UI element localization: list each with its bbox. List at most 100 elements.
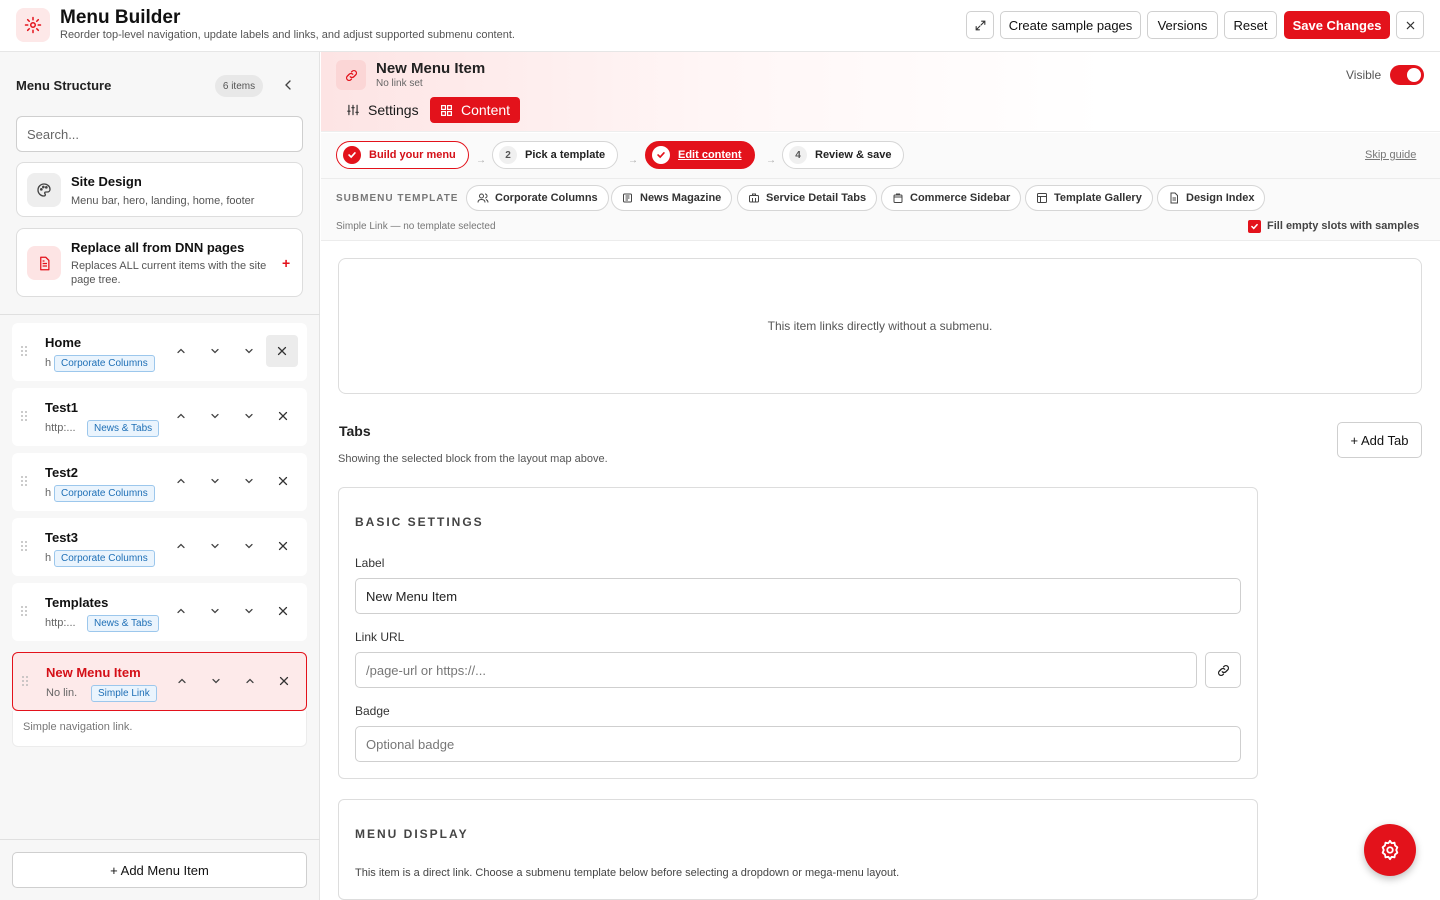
delete-item-button[interactable]: [270, 468, 296, 494]
shopping-bag-icon: [893, 193, 903, 203]
drag-handle-icon[interactable]: [20, 475, 30, 489]
template-chip-service-detail-tabs[interactable]: Service Detail Tabs: [737, 185, 878, 211]
app-logo-icon: [16, 8, 50, 42]
label-input[interactable]: [355, 578, 1241, 614]
tab-content[interactable]: Content: [430, 97, 521, 123]
collapse-button[interactable]: [237, 668, 263, 694]
template-chip-template-gallery[interactable]: Template Gallery: [1025, 185, 1153, 211]
expand-button[interactable]: [236, 468, 262, 494]
drag-handle-icon[interactable]: [20, 410, 30, 424]
menu-item[interactable]: Test1 http:... News & Tabs: [12, 388, 307, 446]
move-down-button[interactable]: [202, 598, 228, 624]
check-icon: [652, 146, 670, 164]
move-up-button[interactable]: [168, 338, 194, 364]
sidebar-search-input[interactable]: [16, 116, 303, 152]
step-edit-content[interactable]: Edit content: [645, 141, 755, 169]
menu-item-template-badge: Simple Link: [91, 685, 157, 702]
expand-button[interactable]: [236, 403, 262, 429]
menu-item-name: Test1: [45, 400, 78, 415]
menu-item-template-badge: Corporate Columns: [54, 550, 155, 567]
site-design-card[interactable]: Site Design Menu bar, hero, landing, hom…: [16, 162, 303, 217]
skip-guide-link[interactable]: Skip guide: [1365, 149, 1416, 161]
active-item-hint: Simple navigation link.: [12, 711, 307, 747]
menu-item-name: Test3: [45, 530, 78, 545]
collapse-sidebar-button[interactable]: [280, 77, 296, 93]
tab-settings[interactable]: Settings: [336, 97, 429, 123]
template-chip-corporate-columns[interactable]: Corporate Columns: [466, 185, 609, 211]
close-icon: [1406, 21, 1414, 29]
expand-icon: [245, 543, 253, 549]
expand-button[interactable]: [236, 598, 262, 624]
move-up-icon: [177, 543, 185, 549]
step-pick-template[interactable]: 2 Pick a template: [492, 141, 619, 169]
move-up-button[interactable]: [168, 403, 194, 429]
delete-item-button[interactable]: [271, 668, 297, 694]
expand-button[interactable]: [236, 533, 262, 559]
palette-icon: [27, 173, 61, 207]
move-down-button[interactable]: [202, 533, 228, 559]
delete-item-button[interactable]: [266, 335, 298, 367]
close-icon: [279, 676, 289, 686]
move-up-button[interactable]: [168, 533, 194, 559]
step-arrow: →: [628, 155, 638, 166]
expand-button[interactable]: [236, 338, 262, 364]
step-review-save[interactable]: 4 Review & save: [782, 141, 905, 169]
expand-icon: [245, 348, 253, 354]
layout-icon: [1037, 193, 1047, 203]
step-build-menu[interactable]: Build your menu: [336, 141, 469, 169]
close-icon: [277, 346, 287, 356]
reset-button[interactable]: Reset: [1224, 11, 1277, 39]
move-down-button[interactable]: [203, 668, 229, 694]
expand-button[interactable]: [966, 11, 994, 39]
delete-item-button[interactable]: [270, 403, 296, 429]
tabs-section-title: Tabs: [339, 423, 371, 439]
move-up-button[interactable]: [168, 468, 194, 494]
newspaper-icon: [623, 193, 632, 203]
badge-input[interactable]: [355, 726, 1241, 762]
menu-item-template-badge: News & Tabs: [87, 420, 160, 437]
move-up-button[interactable]: [168, 598, 194, 624]
settings-fab-button[interactable]: [1364, 824, 1416, 876]
visible-toggle[interactable]: [1390, 65, 1424, 85]
tab-content-label: Content: [461, 102, 511, 118]
menu-item[interactable]: Test2 h Corporate Columns: [12, 453, 307, 511]
menu-item-name: Templates: [45, 595, 109, 610]
menu-item[interactable]: New Menu Item No lin... Simple Link: [12, 652, 307, 711]
replace-plus-icon[interactable]: +: [282, 255, 290, 271]
drag-handle-icon[interactable]: [20, 540, 30, 554]
save-changes-button[interactable]: Save Changes: [1284, 11, 1390, 39]
move-down-icon: [211, 543, 219, 549]
template-note: Simple Link — no template selected: [336, 221, 496, 232]
move-down-button[interactable]: [202, 403, 228, 429]
guide-steps: Build your menu → 2 Pick a template → Ed…: [321, 133, 1440, 179]
link-icon: [336, 60, 366, 90]
replace-from-dnn-card[interactable]: Replace all from DNN pages Replaces ALL …: [16, 228, 303, 297]
drag-handle-icon[interactable]: [21, 675, 31, 689]
sidebar-divider: [0, 314, 320, 315]
template-chip-design-index[interactable]: Design Index: [1157, 185, 1266, 211]
add-tab-button[interactable]: + Add Tab: [1337, 422, 1422, 458]
pick-link-button[interactable]: [1205, 652, 1241, 688]
create-sample-pages-button[interactable]: Create sample pages: [1000, 11, 1141, 39]
delete-item-button[interactable]: [270, 598, 296, 624]
menu-item[interactable]: Templates http:... News & Tabs: [12, 583, 307, 641]
delete-item-button[interactable]: [270, 533, 296, 559]
move-down-button[interactable]: [202, 338, 228, 364]
fill-empty-checkbox[interactable]: [1248, 220, 1261, 233]
menu-item[interactable]: Home h Corporate Columns: [12, 323, 307, 381]
menu-item-template-badge: Corporate Columns: [54, 355, 155, 372]
add-menu-item-button[interactable]: + Add Menu Item: [12, 852, 307, 888]
template-chip-news-magazine[interactable]: News Magazine: [611, 185, 733, 211]
move-down-icon: [212, 678, 220, 684]
drag-handle-icon[interactable]: [20, 605, 30, 619]
fill-empty-label: Fill empty slots with samples: [1267, 220, 1420, 232]
link-url-input[interactable]: [355, 652, 1197, 688]
close-button[interactable]: [1396, 11, 1424, 39]
menu-item[interactable]: Test3 h Corporate Columns: [12, 518, 307, 576]
move-down-button[interactable]: [202, 468, 228, 494]
move-up-button[interactable]: [169, 668, 195, 694]
submenu-preview: This item links directly without a subme…: [338, 258, 1422, 394]
drag-handle-icon[interactable]: [20, 345, 30, 359]
template-chip-commerce-sidebar[interactable]: Commerce Sidebar: [881, 185, 1022, 211]
versions-button[interactable]: Versions: [1147, 11, 1218, 39]
